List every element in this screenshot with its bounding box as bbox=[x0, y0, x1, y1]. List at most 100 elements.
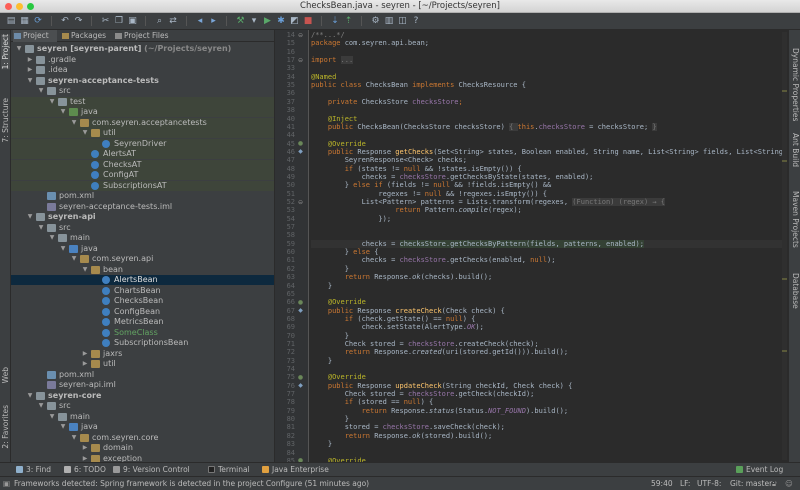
code-line[interactable] bbox=[311, 365, 786, 373]
tree-node[interactable]: ▼ bean bbox=[11, 265, 274, 275]
inspector-icon[interactable]: ☺︎ bbox=[785, 477, 793, 490]
tree-node[interactable]: MetricsBean bbox=[11, 317, 274, 327]
code-line[interactable]: checks = checksStore.getChecksByState(st… bbox=[311, 173, 786, 181]
collapsed-arrow-icon[interactable]: ▶ bbox=[81, 359, 89, 369]
code-line[interactable]: } bbox=[311, 415, 786, 423]
tab-favorites[interactable]: 2: Favorites bbox=[1, 405, 10, 449]
tree-node[interactable]: SeyrenDriver bbox=[11, 138, 274, 149]
code-line[interactable] bbox=[311, 449, 786, 457]
minimize-window-button[interactable] bbox=[16, 3, 23, 10]
fold-icon[interactable]: ⊖ bbox=[297, 199, 304, 206]
expanded-arrow-icon[interactable]: ▼ bbox=[15, 44, 23, 54]
tree-node[interactable]: SubscriptionsBean bbox=[11, 338, 274, 348]
expanded-arrow-icon[interactable]: ▼ bbox=[26, 212, 34, 222]
vcs-update-button[interactable]: ⇣ bbox=[329, 15, 341, 27]
code-line[interactable]: } bbox=[311, 282, 786, 290]
code-line[interactable] bbox=[311, 48, 786, 56]
collapsed-arrow-icon[interactable]: ▶ bbox=[81, 443, 89, 453]
tree-node[interactable]: ConfigAT bbox=[11, 170, 274, 180]
tree-node[interactable]: SomeClass bbox=[11, 328, 274, 338]
code-line[interactable]: }); bbox=[311, 215, 786, 223]
tree-node[interactable]: ▼ seyren-core bbox=[11, 391, 274, 401]
tree-node[interactable]: pom.xml bbox=[11, 191, 274, 201]
tab-ant-build[interactable]: Ant Build bbox=[791, 133, 800, 167]
expanded-arrow-icon[interactable]: ▼ bbox=[48, 97, 56, 107]
vcs-commit-button[interactable]: ⇡ bbox=[343, 15, 355, 27]
code-line[interactable]: public Response getChecks(Set<String> st… bbox=[311, 148, 786, 156]
code-line[interactable]: if (states != null && !states.isEmpty())… bbox=[311, 165, 786, 173]
line-separator[interactable]: LF: bbox=[680, 477, 690, 490]
code-line[interactable] bbox=[311, 231, 786, 239]
collapsed-arrow-icon[interactable]: ▶ bbox=[26, 65, 34, 75]
collapsed-arrow-icon[interactable]: ▶ bbox=[81, 349, 89, 359]
expanded-arrow-icon[interactable]: ▼ bbox=[37, 86, 45, 96]
expanded-arrow-icon[interactable]: ▼ bbox=[70, 118, 78, 128]
tree-node[interactable]: ▼ java bbox=[11, 107, 274, 117]
tree-node[interactable]: ChecksBean bbox=[11, 296, 274, 306]
code-line[interactable] bbox=[311, 89, 786, 97]
tree-node[interactable]: ▼ util bbox=[11, 128, 274, 138]
run-button[interactable]: ▶ bbox=[262, 15, 274, 27]
version-control-tool-button[interactable]: 9: Version Control bbox=[113, 463, 190, 477]
file-encoding[interactable]: UTF-8: bbox=[697, 477, 721, 490]
tree-node[interactable]: ▶ exception bbox=[11, 454, 274, 462]
tree-node[interactable]: ▶ domain bbox=[11, 443, 274, 453]
overrides-icon[interactable]: ● bbox=[297, 374, 304, 381]
code-line[interactable]: @Override bbox=[311, 140, 786, 148]
settings-button[interactable]: ⚙ bbox=[370, 15, 382, 27]
todo-tool-button[interactable]: 6: TODO bbox=[64, 463, 106, 477]
expanded-arrow-icon[interactable]: ▼ bbox=[26, 76, 34, 86]
tree-node[interactable]: ▼ src bbox=[11, 401, 274, 411]
forward-button[interactable]: ▸ bbox=[208, 15, 220, 27]
tab-database[interactable]: Database bbox=[791, 273, 800, 309]
code-line[interactable]: import ... bbox=[311, 56, 786, 65]
implements-icon[interactable]: ◆ bbox=[297, 148, 304, 155]
code-line[interactable]: List<Pattern> patterns = Lists.transform… bbox=[311, 198, 786, 206]
undo-button[interactable]: ↶ bbox=[59, 15, 71, 27]
code-line[interactable]: checks = checksStore.getChecksByPattern(… bbox=[311, 239, 786, 249]
tab-project-view[interactable]: Project bbox=[13, 30, 57, 42]
stop-button[interactable]: ■ bbox=[302, 15, 314, 27]
tab-structure[interactable]: 7: Structure bbox=[1, 98, 10, 143]
code-line[interactable] bbox=[311, 64, 786, 72]
sync-button[interactable]: ⟳ bbox=[32, 15, 44, 27]
expanded-arrow-icon[interactable]: ▼ bbox=[37, 401, 45, 411]
code-line[interactable] bbox=[311, 223, 786, 231]
coverage-button[interactable]: ◩ bbox=[289, 15, 301, 27]
tree-node[interactable]: ▼ seyren-acceptance-tests bbox=[11, 76, 274, 86]
code-line[interactable]: return Response.status(Status.NOT_FOUND)… bbox=[311, 407, 786, 415]
code-line[interactable]: Check stored = checksStore.getCheck(chec… bbox=[311, 390, 786, 398]
fold-icon[interactable]: ⊖ bbox=[297, 57, 304, 64]
tree-node[interactable]: SubscriptionsAT bbox=[11, 180, 274, 191]
folder-open-button[interactable]: ▤ bbox=[5, 15, 17, 27]
collapsed-arrow-icon[interactable]: ▶ bbox=[26, 55, 34, 65]
tree-node[interactable]: ConfigBean bbox=[11, 307, 274, 317]
tree-node[interactable]: ▼ seyren-api bbox=[11, 212, 274, 222]
code-editor[interactable]: 14 ⊖ 15 16 17 ⊖ 33 34 35 36 37 38 40 41 44 45 ● 46 ◆ 47 48 49… bbox=[275, 30, 788, 462]
tree-node[interactable]: ▼ com.seyren.acceptancetests bbox=[11, 117, 274, 128]
expanded-arrow-icon[interactable]: ▼ bbox=[37, 223, 45, 233]
expanded-arrow-icon[interactable]: ▼ bbox=[26, 391, 34, 401]
expanded-arrow-icon[interactable]: ▼ bbox=[81, 265, 89, 275]
code-line[interactable]: } bbox=[311, 357, 786, 365]
code-line[interactable]: private ChecksStore checksStore; bbox=[311, 98, 786, 106]
tab-project-files-view[interactable]: Project Files bbox=[114, 30, 178, 42]
code-line[interactable]: public ChecksBean(ChecksStore checksStor… bbox=[311, 122, 786, 131]
usage-marker[interactable] bbox=[782, 350, 787, 352]
code-line[interactable]: regexes != null && !regexes.isEmpty()) { bbox=[311, 190, 786, 198]
maximize-window-button[interactable] bbox=[27, 3, 34, 10]
expanded-arrow-icon[interactable]: ▼ bbox=[59, 244, 67, 254]
code-line[interactable]: if (stored == null) { bbox=[311, 398, 786, 406]
tree-node[interactable]: ChecksAT bbox=[11, 159, 274, 170]
tree-node[interactable]: ChartsBean bbox=[11, 286, 274, 296]
close-window-button[interactable] bbox=[5, 3, 12, 10]
find-button[interactable]: ⌕ bbox=[154, 15, 166, 27]
expanded-arrow-icon[interactable]: ▼ bbox=[48, 412, 56, 422]
editor-gutter[interactable]: 14 ⊖ 15 16 17 ⊖ 33 34 35 36 37 38 40 41 44 45 ● 46 ◆ 47 48 49… bbox=[275, 30, 309, 462]
tree-node[interactable]: AlertsBean bbox=[11, 275, 274, 285]
code-line[interactable]: return Response.ok(stored).build(); bbox=[311, 432, 786, 440]
usage-marker[interactable] bbox=[782, 160, 787, 162]
debug-button[interactable]: ✱ bbox=[275, 15, 287, 27]
code-line[interactable]: if (check.getState() == null) { bbox=[311, 315, 786, 323]
sdk-button[interactable]: ◫ bbox=[397, 15, 409, 27]
